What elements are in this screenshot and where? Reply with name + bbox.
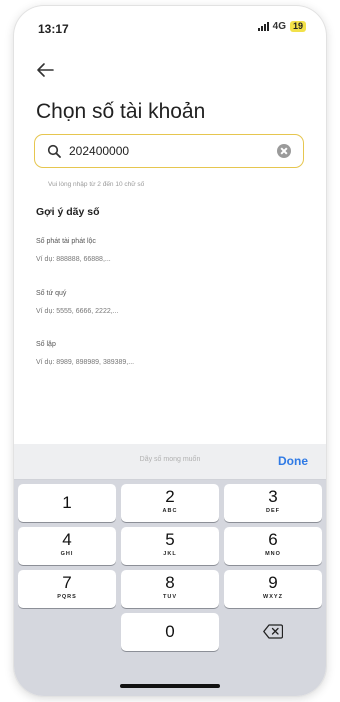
suggestions-title: Gợi ý dãy số: [36, 206, 100, 218]
key-digit: 5: [165, 530, 175, 549]
key-letters: GHI: [60, 551, 74, 557]
search-box: [34, 134, 304, 168]
suggestion-name: Số lặp: [36, 341, 56, 348]
status-bar: 13:17 4G 19: [14, 6, 326, 46]
key-letters: JKL: [163, 551, 177, 557]
key-2[interactable]: 2 ABC: [121, 484, 219, 522]
key-4[interactable]: 4 GHI: [18, 527, 116, 565]
home-indicator: [120, 684, 220, 688]
suggestion-item[interactable]: Số phát tài phát lộc Ví dụ: 888888, 6688…: [36, 236, 111, 266]
key-digit: 2: [165, 487, 175, 506]
key-7[interactable]: 7 PQRS: [18, 570, 116, 608]
signal-icon: [257, 22, 269, 31]
key-6[interactable]: 6 MNO: [224, 527, 322, 565]
network-type: 4G: [272, 21, 286, 32]
key-1[interactable]: 1: [18, 484, 116, 522]
key-digit: 6: [268, 530, 278, 549]
key-letters: MNO: [265, 551, 281, 557]
key-digit: 4: [62, 530, 72, 549]
key-letters: DEF: [266, 508, 280, 514]
phone-screen: 13:17 4G 19 Chọn số tài khoản Vui lòng n…: [14, 6, 326, 696]
key-digit: 3: [268, 487, 278, 506]
input-hint: Vui lòng nhập từ 2 đến 10 chữ số: [48, 181, 145, 188]
search-icon: [47, 144, 61, 158]
page-title: Chọn số tài khoản: [36, 100, 206, 123]
keyboard-toolbar: Dãy số mong muốn Done: [14, 444, 326, 480]
key-letters: PQRS: [57, 594, 77, 600]
key-digit: 1: [62, 493, 72, 512]
suggestion-example: Ví dụ: 5555, 6666, 2222,...: [36, 308, 119, 315]
key-letters: TUV: [163, 594, 177, 600]
key-3[interactable]: 3 DEF: [224, 484, 322, 522]
backspace-icon: [263, 624, 283, 639]
key-digit: 0: [165, 622, 175, 641]
done-button[interactable]: Done: [278, 454, 308, 468]
key-digit: 9: [268, 573, 278, 592]
suggestion-example: Ví dụ: 888888, 66888,...: [36, 256, 111, 263]
suggestion-name: Số phát tài phát lộc: [36, 238, 96, 245]
key-letters: WXYZ: [263, 594, 283, 600]
key-0[interactable]: 0: [121, 613, 219, 651]
key-digit: 8: [165, 573, 175, 592]
status-indicators: 4G 19: [257, 21, 306, 32]
battery-icon: 19: [289, 21, 306, 32]
backspace-key[interactable]: [224, 613, 322, 651]
suggestion-item[interactable]: Số tứ quý Ví dụ: 5555, 6666, 2222,...: [36, 288, 119, 318]
suggestion-example: Ví dụ: 8989, 898989, 389389,...: [36, 359, 135, 366]
suggestion-name: Số tứ quý: [36, 290, 67, 297]
key-5[interactable]: 5 JKL: [121, 527, 219, 565]
key-9[interactable]: 9 WXYZ: [224, 570, 322, 608]
account-number-input[interactable]: [69, 141, 269, 161]
key-letters: ABC: [162, 508, 178, 514]
status-time: 13:17: [38, 22, 69, 36]
back-arrow-icon[interactable]: [36, 62, 54, 78]
clear-icon[interactable]: [277, 144, 291, 158]
suggestion-item[interactable]: Số lặp Ví dụ: 8989, 898989, 389389,...: [36, 339, 134, 369]
key-digit: 7: [62, 573, 72, 592]
key-8[interactable]: 8 TUV: [121, 570, 219, 608]
numeric-keyboard: Dãy số mong muốn Done 1 2 ABC 3 DEF 4 GH…: [14, 444, 326, 696]
